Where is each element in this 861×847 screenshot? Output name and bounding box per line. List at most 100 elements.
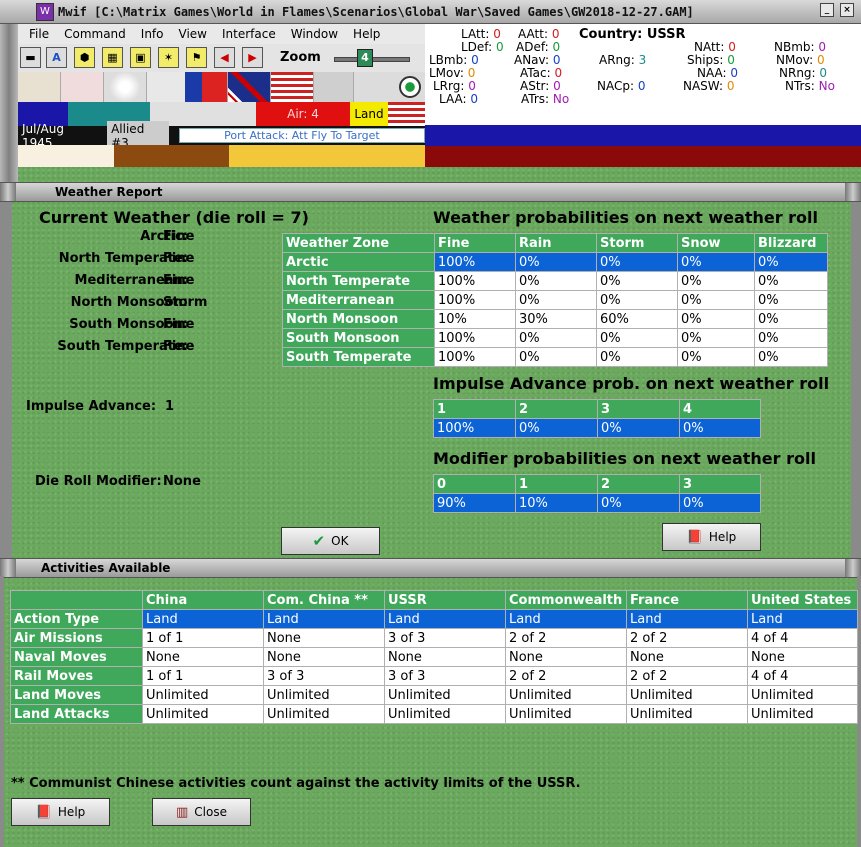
flag-usa-icon[interactable]	[271, 72, 314, 102]
stat-lbmb: LBmb: 0	[429, 53, 479, 67]
die-roll-modifier-label: Die Roll Modifier:	[35, 474, 162, 489]
port-attack-field[interactable]: Port Attack: Att Fly To Target	[178, 128, 425, 143]
book-icon: 📕	[35, 804, 52, 820]
table-row[interactable]: Action Type Land Land Land Land Land Land	[10, 609, 858, 629]
impulse-prob-table: 1 2 3 4 100% 0% 0% 0%	[433, 399, 761, 438]
stat-natt: NAtt: 0	[694, 40, 736, 54]
modifier-prob-table: 0 1 2 3 90% 10% 0% 0%	[433, 474, 761, 513]
stat-lmov: LMov: 0	[429, 66, 476, 80]
stat-latt: LAtt: 0	[461, 27, 501, 41]
menu-help[interactable]: Help	[353, 27, 380, 41]
hex-icon[interactable]: ⬢	[74, 47, 95, 68]
impulse-advance-label: Impulse Advance:	[26, 399, 157, 414]
current-weather-title: Current Weather (die roll = 7)	[39, 208, 309, 227]
impulse-advance-value: 1	[165, 399, 175, 414]
land-indicator: Land	[350, 102, 388, 126]
activities-title: Activities Available	[41, 561, 171, 575]
col-header: Fine	[434, 233, 516, 253]
table-row[interactable]: Air Missions 1 of 1 None 3 of 32 of 22 of 2…	[10, 628, 858, 648]
unit-stats-panel: LAtt: 0 LDef: 0 LBmb: 0 LMov: 0 LRrg: 0 …	[425, 24, 861, 125]
zoom-slider[interactable]: 4	[357, 49, 373, 67]
grid-icon[interactable]: ▦	[102, 47, 123, 68]
flag-china-icon[interactable]	[185, 72, 228, 102]
country-display: Country: USSR	[579, 27, 686, 42]
close-window-button[interactable]: ×	[840, 3, 854, 17]
weather-prob-header-row: Weather Zone Fine Rain Storm Snow Blizza…	[282, 233, 828, 253]
col-header: Weather Zone	[282, 233, 435, 253]
menu-window[interactable]: Window	[291, 27, 338, 41]
star-icon[interactable]: ✶	[158, 47, 179, 68]
col-header: Blizzard	[754, 233, 828, 253]
flag-neutral-icon[interactable]	[147, 72, 190, 102]
stat-anav: ANav: 0	[514, 53, 561, 67]
zone-value-arctic: Fine	[163, 229, 195, 244]
font-a-icon[interactable]: A	[46, 47, 67, 68]
air-indicator: Air: 4	[256, 102, 350, 126]
activities-panel: China Com. China ** USSR Commonwealth Fr…	[0, 576, 861, 847]
globe-icon[interactable]	[399, 76, 421, 98]
flag-icon[interactable]: ⚑	[186, 47, 207, 68]
flag-germany-icon[interactable]	[18, 72, 61, 102]
menu-command[interactable]: Command	[64, 27, 126, 41]
table-row[interactable]: South Monsoon 100% 0% 0% 0% 0%	[282, 328, 828, 348]
activities-titlebar: Activities Available	[0, 558, 861, 578]
stat-arng: ARng: 3	[599, 53, 647, 67]
col-header: Storm	[596, 233, 678, 253]
band-row	[18, 145, 425, 167]
stat-lrrg: LRrg: 0	[433, 79, 476, 93]
book-icon: 📕	[686, 529, 703, 545]
title-bar: W Mwif [C:\Matrix Games\World in Flames\…	[0, 0, 861, 24]
table-row[interactable]: Land Moves Unlimited Unlimited Unlimited Unl…	[10, 685, 858, 705]
table-row[interactable]: Naval Moves None None None None None None	[10, 647, 858, 667]
stat-ntrs: NTrs: No	[785, 79, 835, 93]
table-row[interactable]: 90% 10% 0% 0%	[433, 493, 761, 513]
weather-report-titlebar: Weather Report	[0, 182, 861, 202]
stat-ships: Ships: 0	[687, 53, 735, 67]
col-header: Rain	[515, 233, 597, 253]
stat-atrs: ATrs: No	[521, 92, 570, 106]
zone-value-north-temperate: Fine	[163, 251, 195, 266]
weather-help-button[interactable]: 📕 Help	[662, 523, 761, 551]
zone-value-south-monsoon: Fine	[163, 317, 195, 332]
menu-file[interactable]: File	[29, 27, 49, 41]
table-row[interactable]: North Temperate 100% 0% 0% 0% 0%	[282, 271, 828, 291]
ok-button[interactable]: ✔ OK	[281, 527, 380, 555]
arrow-right-icon[interactable]: ▶	[242, 47, 263, 68]
window-title: Mwif [C:\Matrix Games\World in Flames\Sc…	[58, 4, 694, 19]
flag-italy-icon[interactable]	[61, 72, 104, 102]
table-row[interactable]: Arctic 100% 0% 0% 0% 0%	[282, 252, 828, 272]
flag-usa-small-icon	[388, 102, 425, 126]
activities-header-row: China Com. China ** USSR Commonwealth Fr…	[10, 590, 858, 610]
stat-nmov: NMov: 0	[776, 53, 825, 67]
select-icon[interactable]: ▣	[130, 47, 151, 68]
menu-info[interactable]: Info	[141, 27, 164, 41]
table-row[interactable]: Mediterranean 100% 0% 0% 0% 0%	[282, 290, 828, 310]
stat-laa: LAA: 0	[439, 92, 479, 106]
weather-prob-table: Weather Zone Fine Rain Storm Snow Blizza…	[282, 233, 828, 367]
status-row: Jul/Aug 1945 Allied #3 Port Attack: Att …	[18, 120, 425, 151]
menu-interface[interactable]: Interface	[222, 27, 276, 41]
modifier-prob-title: Modifier probabilities on next weather r…	[433, 449, 816, 468]
flag-japan-icon[interactable]	[104, 72, 147, 102]
activities-help-button[interactable]: 📕 Help	[11, 798, 110, 826]
stat-astr: AStr: 0	[520, 79, 561, 93]
table-row[interactable]: Land Attacks Unlimited Unlimited Unlimited U…	[10, 704, 858, 724]
close-button[interactable]: ▥ Close	[152, 798, 251, 826]
tank-icon[interactable]: ▬	[20, 47, 41, 68]
zone-value-mediterranean: Fine	[163, 273, 195, 288]
table-row[interactable]: Rail Moves 1 of 13 of 33 of 32 of 22 of 2…	[10, 666, 858, 686]
zone-value-north-monsoon: Storm	[163, 295, 208, 310]
stat-nbmb: NBmb: 0	[774, 40, 827, 54]
menu-bar: File Command Info View Interface Window …	[18, 24, 425, 44]
stat-nasw: NASW: 0	[683, 79, 735, 93]
table-row[interactable]: North Monsoon 10% 30% 60% 0% 0%	[282, 309, 828, 329]
stat-naa: NAA: 0	[697, 66, 739, 80]
arrow-left-icon[interactable]: ◀	[214, 47, 235, 68]
table-row[interactable]: 100% 0% 0% 0%	[433, 418, 761, 438]
stat-atac: ATac: 0	[520, 66, 563, 80]
table-row[interactable]: South Temperate 100% 0% 0% 0% 0%	[282, 347, 828, 367]
activities-table: China Com. China ** USSR Commonwealth Fr…	[10, 590, 858, 724]
minimize-button[interactable]: _	[820, 3, 834, 17]
menu-view[interactable]: View	[179, 27, 207, 41]
flag-commonwealth-icon[interactable]	[228, 72, 271, 102]
